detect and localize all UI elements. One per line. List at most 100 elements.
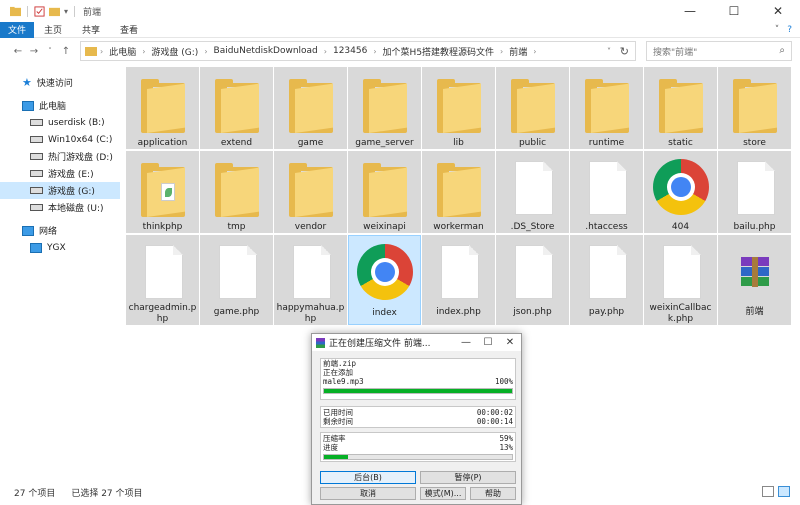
breadcrumb-drive[interactable]: 游戏盘 (G:) [148,45,201,58]
sidebar-item-drive-u[interactable]: 本地磁盘 (U:) [0,199,120,216]
sidebar-item-drive-d[interactable]: 热门游戏盘 (D:) [0,148,120,165]
folder-icon [214,79,259,133]
ribbon-expand-icon[interactable]: ˅ [775,25,780,35]
recent-dropdown-icon[interactable]: ˅ [42,47,58,55]
view-buttons [762,486,790,497]
elapsed-time: 00:00:02 [476,408,513,417]
file-item[interactable]: application [126,67,199,149]
document-icon [514,161,553,215]
tab-view[interactable]: 查看 [110,22,148,38]
file-item[interactable]: thinkphp [126,151,199,233]
file-name: happymahua.php [276,303,345,324]
address-dropdown-icon[interactable]: ˅ [607,47,611,56]
drive-icon [30,119,43,126]
help-icon[interactable]: ? [787,25,792,35]
cancel-button[interactable]: 取消 [320,487,416,500]
document-icon [736,161,775,215]
breadcrumb-source[interactable]: 加个菜H5搭建教程源码文件 [380,45,498,58]
file-item[interactable]: static [644,67,717,149]
file-item[interactable]: .htaccess [570,151,643,233]
sidebar-item-drive-c[interactable]: Win10x64 (C:) [0,131,120,148]
file-item[interactable]: bailu.php [718,151,791,233]
file-item[interactable]: game_server [348,67,421,149]
selection-count: 已选择 27 个项目 [71,488,143,499]
dialog-minimize-button[interactable]: — [455,334,477,351]
file-item[interactable]: weixinapi [348,151,421,233]
forward-arrow-icon[interactable]: → [26,46,42,57]
remaining-label: 剩余时间 [323,417,353,426]
new-folder-icon[interactable] [49,6,60,17]
breadcrumb-123456[interactable]: 123456 [330,46,370,56]
file-name: bailu.php [733,222,776,232]
document-icon [662,245,701,299]
sidebar-item-label: userdisk (B:) [48,117,105,128]
tab-home[interactable]: 主页 [34,22,72,38]
minimize-button[interactable]: — [668,0,712,22]
maximize-button[interactable]: ☐ [712,0,756,22]
title-bar: ▾ 前端 — ☐ ✕ [0,0,800,22]
refresh-icon[interactable]: ↻ [620,45,629,58]
sidebar-item-drive-b[interactable]: userdisk (B:) [0,114,120,131]
dialog-maximize-button[interactable]: ☐ [477,334,499,351]
file-name: json.php [513,307,552,317]
sidebar-item-drive-e[interactable]: 游戏盘 (E:) [0,165,120,182]
file-item[interactable]: index.php [422,235,495,325]
back-arrow-icon[interactable]: ← [10,46,26,57]
up-arrow-icon[interactable]: ↑ [58,46,74,57]
folder-icon [362,163,407,217]
file-item[interactable]: chargeadmin.php [126,235,199,325]
help-button[interactable]: 帮助 [470,487,516,500]
large-icons-view-icon[interactable] [778,486,790,497]
sidebar-item-ygx[interactable]: YGX [0,239,120,256]
sidebar-item-network[interactable]: 网络 [0,222,120,239]
sidebar-item-drive-g[interactable]: 游戏盘 (G:) [0,182,120,199]
search-input[interactable]: 搜索"前端" ⌕ [646,41,792,61]
file-item[interactable]: vendor [274,151,347,233]
file-item[interactable]: json.php [496,235,569,325]
file-item[interactable]: .DS_Store [496,151,569,233]
drive-icon [30,136,43,143]
file-item[interactable]: extend [200,67,273,149]
mode-button[interactable]: 模式(M)... [420,487,466,500]
folder-icon [732,79,777,133]
sidebar-item-this-pc[interactable]: 此电脑 [0,97,120,114]
file-item[interactable]: weixinCallback.php [644,235,717,325]
address-bar[interactable]: › 此电脑 › 游戏盘 (G:) › BaiduNetdiskDownload … [80,41,636,61]
file-item[interactable]: workerman [422,151,495,233]
folder-icon [436,79,481,133]
file-item[interactable]: happymahua.php [274,235,347,325]
file-item[interactable]: game [274,67,347,149]
file-item[interactable]: public [496,67,569,149]
breadcrumb-this-pc[interactable]: 此电脑 [106,45,139,58]
file-item[interactable]: game.php [200,235,273,325]
file-item[interactable]: index [348,235,421,325]
tab-share[interactable]: 共享 [72,22,110,38]
close-button[interactable]: ✕ [756,0,800,22]
file-item[interactable]: 前端 [718,235,791,325]
background-button[interactable]: 后台(B) [320,471,416,484]
breadcrumb-download[interactable]: BaiduNetdiskDownload [211,46,321,56]
file-name: weixinCallback.php [649,303,712,324]
quick-access-dropdown-icon[interactable]: ▾ [64,7,68,16]
file-item[interactable]: pay.php [570,235,643,325]
properties-icon[interactable] [34,5,45,17]
file-item[interactable]: lib [422,67,495,149]
file-name: workerman [433,222,484,232]
file-item[interactable]: 404 [644,151,717,233]
folder-icon [288,163,333,217]
file-name: game.php [213,307,260,317]
file-item[interactable]: tmp [200,151,273,233]
tab-file[interactable]: 文件 [0,21,35,38]
dialog-close-button[interactable]: ✕ [499,334,521,351]
file-item[interactable]: store [718,67,791,149]
pause-button[interactable]: 暂停(P) [420,471,516,484]
star-icon: ★ [22,76,32,89]
file-name: static [668,138,693,148]
file-item[interactable]: runtime [570,67,643,149]
breadcrumb-current[interactable]: 前端 [506,45,530,58]
sidebar-item-label: YGX [47,242,66,253]
sidebar-item-quick-access[interactable]: ★ 快速访问 [0,74,120,91]
document-icon [144,245,183,299]
total-group: 压缩率 59% 进度 13% [320,432,516,462]
details-view-icon[interactable] [762,486,774,497]
